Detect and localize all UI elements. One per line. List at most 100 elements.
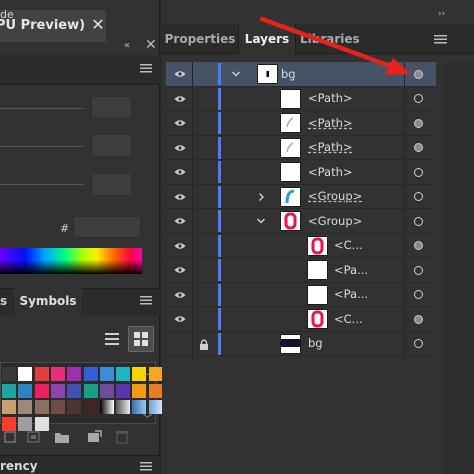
tab-layers[interactable]: Layers	[238, 24, 296, 54]
layer-thumbnail[interactable]	[280, 88, 301, 109]
layer-name[interactable]: <Path>	[308, 140, 353, 154]
visibility-eye-icon[interactable]	[174, 291, 186, 299]
visibility-eye-icon[interactable]	[174, 70, 186, 78]
target-appearance-icon[interactable]	[414, 216, 423, 226]
delete-swatch-icon[interactable]	[114, 430, 130, 444]
tab-libraries[interactable]: Libraries	[300, 24, 360, 54]
layer-row[interactable]	[166, 62, 436, 87]
swatch[interactable]	[2, 367, 16, 381]
swatch[interactable]	[67, 400, 82, 415]
swatch[interactable]	[148, 383, 163, 398]
swatch[interactable]	[18, 367, 33, 381]
layer-thumbnail[interactable]	[280, 333, 301, 354]
chevron-right-icon[interactable]	[256, 192, 266, 202]
swatch[interactable]	[2, 383, 16, 398]
swatch[interactable]	[67, 367, 82, 381]
scroll-up-icon[interactable]: ︿	[143, 366, 152, 379]
layer-row[interactable]	[166, 307, 436, 332]
layer-name[interactable]: <Path>	[308, 91, 353, 105]
panel-menu-icon[interactable]	[140, 462, 152, 471]
swatch[interactable]	[50, 383, 65, 398]
layer-row[interactable]	[166, 111, 436, 136]
layer-thumbnail[interactable]	[307, 260, 328, 281]
lock-icon[interactable]	[199, 339, 209, 350]
swatch[interactable]	[50, 367, 65, 381]
layer-thumbnail[interactable]	[307, 284, 328, 305]
layer-thumbnail[interactable]	[307, 309, 328, 330]
layer-row[interactable]	[166, 160, 436, 185]
swatch[interactable]	[67, 383, 82, 398]
swatch[interactable]	[99, 383, 114, 398]
visibility-eye-icon[interactable]	[174, 144, 186, 152]
visibility-eye-icon[interactable]	[174, 266, 186, 274]
layer-row[interactable]	[166, 87, 436, 111]
layer-row[interactable]	[166, 234, 436, 258]
chevron-down-icon[interactable]	[256, 216, 266, 226]
swatch-libraries-icon[interactable]	[4, 430, 20, 444]
color-spectrum[interactable]	[0, 248, 142, 274]
layer-name[interactable]: <C...	[334, 238, 363, 252]
swatch[interactable]	[18, 417, 33, 432]
scroll-down-icon[interactable]: ﹀	[143, 412, 152, 425]
layer-thumbnail[interactable]	[257, 64, 278, 85]
swatch[interactable]	[2, 417, 16, 432]
swatch[interactable]	[2, 400, 16, 415]
swatch[interactable]	[132, 383, 147, 398]
visibility-eye-icon[interactable]	[174, 242, 186, 250]
color-guide-tab-label[interactable]: de	[0, 8, 14, 21]
swatches-tab[interactable]: s	[0, 294, 7, 308]
layers-scroll-area[interactable]	[444, 62, 474, 474]
layer-name[interactable]: <Group>	[308, 214, 362, 228]
layer-name[interactable]: <Pa...	[334, 287, 368, 301]
swatch[interactable]	[83, 383, 98, 398]
document-close-icon[interactable]: ✕	[90, 14, 106, 36]
symbols-tab[interactable]: Symbols	[14, 288, 82, 315]
layer-name[interactable]: bg	[308, 336, 323, 350]
color-slider-track[interactable]	[0, 108, 84, 109]
visibility-eye-icon[interactable]	[174, 315, 186, 323]
collapse-panels-icon[interactable]: «	[124, 40, 130, 51]
visibility-eye-icon[interactable]	[174, 168, 186, 176]
layer-name[interactable]: <Path>	[308, 165, 353, 179]
layer-thumbnail[interactable]	[280, 137, 301, 158]
visibility-eye-icon[interactable]	[174, 119, 186, 127]
color-slider-track[interactable]	[0, 184, 84, 185]
target-appearance-icon[interactable]	[414, 69, 423, 79]
collapse-dock-icon[interactable]: ››	[438, 9, 445, 19]
swatch[interactable]	[99, 400, 114, 415]
swatch[interactable]	[34, 383, 49, 398]
swatch[interactable]	[116, 367, 131, 381]
layer-name[interactable]: <Pa...	[334, 263, 368, 277]
swatch[interactable]	[83, 367, 98, 381]
swatch[interactable]	[18, 383, 33, 398]
layer-name[interactable]: <Path>	[308, 116, 353, 130]
close-panel-icon[interactable]: ✕	[145, 37, 157, 53]
show-swatch-kinds-icon[interactable]	[26, 430, 42, 444]
layer-name[interactable]: <C...	[334, 312, 363, 326]
target-appearance-icon[interactable]	[414, 265, 423, 275]
layer-thumbnail[interactable]	[280, 211, 301, 232]
new-swatch-icon[interactable]	[86, 430, 102, 444]
visibility-eye-icon[interactable]	[174, 95, 186, 103]
color-slider-track[interactable]	[0, 146, 84, 147]
target-appearance-icon[interactable]	[414, 167, 423, 177]
panel-menu-icon[interactable]	[140, 64, 152, 73]
visibility-eye-icon[interactable]	[174, 217, 186, 225]
color-value-field[interactable]	[91, 173, 132, 196]
tab-properties[interactable]: Properties	[162, 24, 238, 54]
layer-row[interactable]	[166, 209, 436, 234]
list-view-icon[interactable]	[100, 328, 124, 350]
target-appearance-icon[interactable]	[414, 118, 423, 128]
hex-input[interactable]	[73, 216, 141, 238]
swatch[interactable]	[34, 417, 49, 432]
color-value-field[interactable]	[91, 134, 132, 157]
layer-name[interactable]: bg	[281, 67, 296, 81]
new-color-group-icon[interactable]	[54, 430, 70, 444]
swatch[interactable]	[99, 367, 114, 381]
target-appearance-icon[interactable]	[414, 314, 423, 324]
swatch[interactable]	[34, 400, 49, 415]
swatch[interactable]	[83, 400, 98, 415]
layer-row[interactable]	[166, 136, 436, 160]
transparency-tab[interactable]: rency	[0, 459, 38, 473]
visibility-eye-icon[interactable]	[174, 193, 186, 201]
